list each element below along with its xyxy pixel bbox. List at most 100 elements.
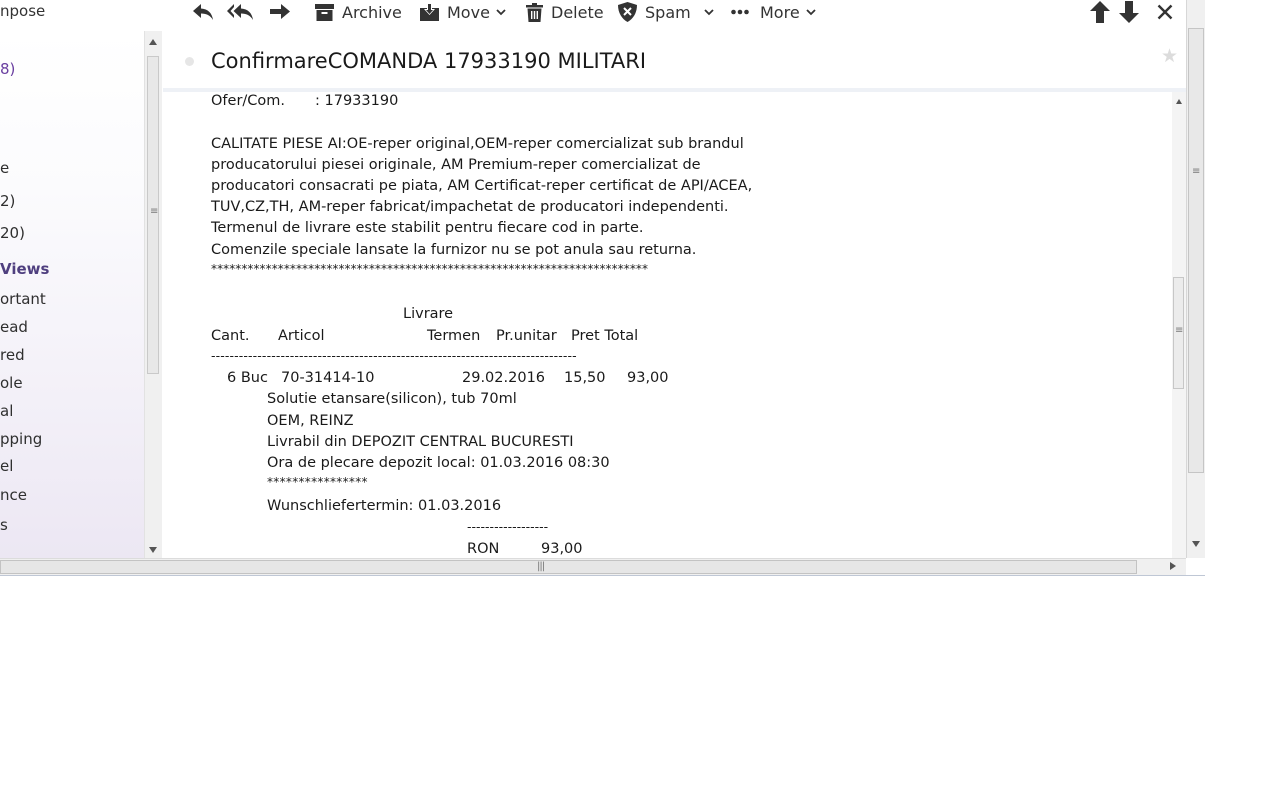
trash-icon	[526, 2, 543, 22]
folder-sidebar: 8) e 2) 20) Views ortant ead red ole al …	[0, 31, 144, 558]
move-icon	[420, 2, 439, 21]
sidebar-item-count[interactable]: 8)	[0, 60, 15, 78]
scroll-down-icon[interactable]	[149, 547, 157, 553]
archive-label: Archive	[342, 2, 402, 22]
message-scrollbar[interactable]: ≡	[1172, 92, 1186, 558]
window-bottom-border	[0, 575, 1205, 576]
chevron-down-icon	[806, 8, 816, 15]
sidebar-scrollbar[interactable]: ≡	[144, 31, 162, 558]
sum-value: 93,00	[541, 541, 583, 557]
quality-line: CALITATE PIESE AI:OE-reper original,OEM-…	[211, 136, 744, 152]
spam-label: Spam	[645, 2, 691, 22]
row-code: 70-31414-10	[281, 370, 375, 386]
window-scrollbar[interactable]: ≡	[1186, 0, 1205, 558]
scroll-up-icon[interactable]	[1176, 99, 1182, 104]
archive-button[interactable]: Archive	[315, 0, 402, 24]
message-toolbar: Archive Move Delete Spam More	[0, 0, 1186, 31]
more-button[interactable]: More	[731, 0, 816, 24]
detail-line: OEM, REINZ	[267, 413, 354, 429]
sidebar-item-travel[interactable]: el	[0, 457, 13, 475]
wunsch-line: Wunschliefertermin: 01.03.2016	[267, 498, 502, 514]
quality-line: Termenul de livrare este stabilit pentru…	[211, 220, 644, 236]
unread-dot-icon[interactable]	[185, 57, 194, 66]
mail-window: Archive Move Delete Spam More npose 8) e…	[0, 0, 1205, 576]
header-pret-total: Pret Total	[571, 328, 639, 344]
sidebar-section-views[interactable]: Views	[0, 260, 49, 278]
spam-button[interactable]: Spam	[618, 0, 714, 24]
row-date: 29.02.2016	[462, 370, 546, 386]
archive-icon	[315, 3, 334, 21]
row-unit-price: 15,50	[564, 370, 606, 386]
compose-button[interactable]: npose	[0, 2, 45, 20]
reply-all-icon	[227, 4, 253, 20]
message-scrollbar-thumb[interactable]: ≡	[1173, 277, 1184, 389]
window-scrollbar-thumb[interactable]: ≡	[1188, 28, 1204, 473]
short-stars: ****************	[267, 475, 368, 489]
detail-line: Livrabil din DEPOZIT CENTRAL BUCURESTI	[267, 434, 574, 450]
delete-label: Delete	[551, 2, 604, 22]
header-livrare: Livrare	[403, 306, 454, 322]
scroll-right-icon[interactable]	[1170, 562, 1176, 570]
sidebar-item-unread[interactable]: ead	[0, 318, 28, 336]
grip-icon: |||	[537, 561, 545, 572]
reply-button[interactable]	[192, 0, 214, 24]
message-subject: ConfirmareCOMANDA 17933190 MILITARI	[211, 49, 647, 73]
message-header: ConfirmareCOMANDA 17933190 MILITARI ★	[163, 31, 1186, 92]
sidebar-scrollbar-thumb[interactable]: ≡	[147, 56, 159, 374]
grip-icon: ≡	[150, 206, 159, 217]
detail-line: Ora de plecare depozit local: 01.03.2016…	[267, 455, 610, 471]
arrow-up-icon	[1090, 1, 1110, 23]
quality-line: producatorului piesei originale, AM Prem…	[211, 157, 701, 173]
quality-line: producatori consacrati pe piata, AM Cert…	[211, 178, 753, 194]
header-termen: Termen	[427, 328, 481, 344]
sidebar-item-count[interactable]: 2)	[0, 192, 15, 210]
close-message-button[interactable]	[1157, 0, 1173, 24]
message-body: Ofer/Com. : 17933190 CALITATE PIESE AI:O…	[163, 92, 1172, 558]
grip-icon: ≡	[1192, 166, 1201, 177]
chevron-down-icon	[496, 8, 506, 15]
header-cant: Cant.	[211, 328, 250, 344]
sidebar-item-starred[interactable]: red	[0, 346, 25, 364]
chevron-down-icon	[704, 8, 714, 15]
header-pr-unitar: Pr.unitar	[496, 328, 557, 344]
reply-icon	[193, 4, 213, 20]
sidebar-item[interactable]: s	[0, 516, 8, 534]
move-button[interactable]: Move	[420, 0, 506, 24]
header-articol: Articol	[278, 328, 325, 344]
arrow-down-icon	[1119, 1, 1139, 23]
spam-shield-icon	[618, 2, 637, 22]
sum-currency: RON	[467, 541, 500, 557]
sidebar-item-people[interactable]: ole	[0, 374, 23, 392]
detail-line: Solutie etansare(silicon), tub 70ml	[267, 391, 517, 407]
move-label: Move	[447, 2, 490, 22]
dash-separator: ----------------------------------------…	[211, 348, 577, 363]
horizontal-scrollbar[interactable]: |||	[0, 558, 1186, 576]
ofer-label: Ofer/Com.	[211, 93, 286, 109]
scroll-up-icon[interactable]	[149, 39, 157, 45]
sidebar-item-social[interactable]: al	[0, 402, 13, 420]
sidebar-item-shopping[interactable]: pping	[0, 430, 42, 448]
star-separator: ****************************************…	[211, 262, 649, 276]
scroll-down-icon[interactable]	[1192, 541, 1200, 547]
delete-button[interactable]: Delete	[526, 0, 604, 24]
next-message-button[interactable]	[1119, 0, 1139, 24]
sidebar-item-finance[interactable]: nce	[0, 486, 27, 504]
grip-icon: ≡	[1175, 325, 1184, 336]
ofer-value: : 17933190	[315, 93, 399, 109]
forward-icon	[270, 4, 290, 19]
row-total: 93,00	[627, 370, 669, 386]
horizontal-scrollbar-thumb[interactable]: |||	[0, 560, 1137, 574]
quality-line: TUV,CZ,TH, AM-reper fabricat/impachetat …	[211, 199, 729, 215]
reply-all-button[interactable]	[226, 0, 254, 24]
sidebar-item[interactable]: e	[0, 159, 9, 177]
quality-line: Comenzile speciale lansate la furnizor n…	[211, 242, 697, 258]
sidebar-item-count[interactable]: 20)	[0, 224, 25, 242]
sidebar-item-important[interactable]: ortant	[0, 290, 46, 308]
forward-button[interactable]	[268, 0, 292, 24]
previous-message-button[interactable]	[1090, 0, 1110, 24]
short-dashes: ------------------	[467, 519, 549, 534]
ellipsis-icon	[731, 9, 749, 15]
star-icon[interactable]: ★	[1161, 45, 1178, 67]
more-label: More	[760, 2, 800, 22]
close-icon	[1157, 4, 1173, 20]
